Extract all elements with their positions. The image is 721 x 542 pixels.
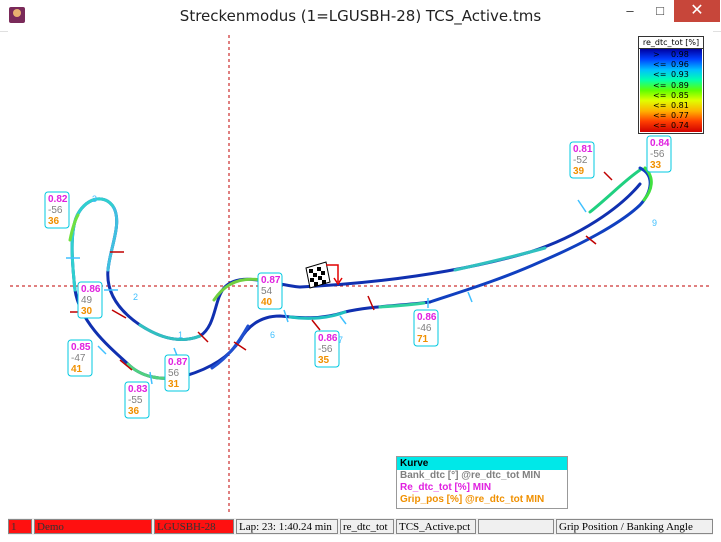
corner-re-value: 0.86	[81, 284, 101, 295]
legend-value: 0.96	[671, 60, 689, 70]
turn-number-9: 9	[652, 218, 657, 228]
legend-operator: <=	[653, 90, 667, 100]
legend-value: 0.85	[671, 90, 689, 100]
corner-grip-value: 40	[261, 297, 273, 308]
corner-grip-value: 31	[168, 379, 180, 390]
legend-value: 0.81	[671, 101, 689, 110]
legend-operator: <=	[653, 111, 667, 121]
corner-grip-value: 35	[318, 355, 330, 366]
corner-re-value: 0.85	[71, 342, 91, 353]
corner-grip-value: 39	[573, 166, 585, 177]
track-map-canvas[interactable]: 0.82-563630.86493020.85-47410.87563110.8…	[8, 31, 713, 518]
corner-bank-value: -56	[650, 149, 665, 160]
maximize-button[interactable]: □	[645, 0, 675, 22]
status-file[interactable]: TCS_Active.pct	[396, 519, 476, 534]
kurve-row-grip: Grip_pos [%] @re_dtc_tot MIN	[400, 494, 545, 505]
corner-grip-value: 71	[417, 334, 429, 345]
color-legend: re_dtc_tot [%] >0.98 <= 0.96 <= 0.93 <= 0.89 <=…	[638, 36, 704, 134]
turn-number: 3	[92, 194, 97, 204]
corner-bank-value: -47	[71, 353, 86, 364]
corner-re-value: 0.86	[318, 333, 338, 344]
title-bar: Streckenmodus (1=LGUSBH-28) TCS_Active.t…	[0, 0, 721, 32]
corner-bank-value: -56	[318, 344, 333, 355]
turn-number: 7	[338, 335, 343, 345]
status-spacer	[478, 519, 554, 534]
corner-grip-value: 36	[48, 216, 60, 227]
corner-box: 0.86-5635	[314, 330, 340, 368]
legend-value: 0.89	[671, 80, 689, 90]
status-car[interactable]: LGUSBH-28	[154, 519, 234, 534]
kurve-row-bank: Bank_dtc [°] @re_dtc_tot MIN	[400, 470, 541, 481]
corner-re-value: 0.82	[48, 194, 68, 205]
turn-number: 2	[133, 292, 138, 302]
corner-grip-value: 30	[81, 306, 93, 317]
legend-operator: <=	[653, 70, 667, 80]
corner-info-layer: 0.82-563630.86493020.85-47410.87563110.8…	[44, 135, 672, 419]
kurve-row-re: Re_dtc_tot [%] MIN	[400, 482, 492, 493]
close-button[interactable]: ✕	[674, 0, 720, 22]
status-mode[interactable]: Demo	[34, 519, 152, 534]
window-title: Streckenmodus (1=LGUSBH-28) TCS_Active.t…	[179, 7, 542, 25]
corner-re-value: 0.81	[573, 144, 593, 155]
corner-box: 0.875440	[257, 272, 283, 310]
corner-box: 0.85-4741	[67, 339, 93, 377]
status-lap[interactable]: Lap: 23: 1:40.24 min	[236, 519, 338, 534]
status-view[interactable]: Grip Position / Banking Angle	[556, 519, 713, 534]
corner-box: 0.864930	[77, 281, 103, 319]
corner-grip-value: 33	[650, 160, 662, 171]
legend-operator: <=	[653, 80, 667, 90]
corner-bank-value: 56	[168, 368, 180, 379]
corner-bank-value: 54	[261, 286, 273, 297]
corner-bank-value: 49	[81, 295, 93, 306]
legend-operator: <=	[653, 101, 667, 110]
legend-title: re_dtc_tot [%]	[639, 37, 703, 49]
corner-box: 0.82-5636	[44, 191, 70, 229]
legend-operator: <=	[653, 121, 667, 131]
minimize-button[interactable]: –	[615, 0, 645, 22]
turn-number-6: 6	[270, 330, 275, 340]
corner-bank-value: -52	[573, 155, 588, 166]
legend-operator: <=	[653, 60, 667, 70]
corner-box: 0.81-5239	[569, 141, 595, 179]
legend-operator: >	[653, 50, 660, 59]
corner-re-value: 0.87	[261, 275, 281, 286]
corner-box: 0.84-5633	[646, 135, 672, 173]
corner-bank-value: -55	[128, 395, 143, 406]
corner-grip-value: 36	[128, 406, 140, 417]
status-lap-index[interactable]: 1	[8, 519, 32, 534]
corner-bank-value: -46	[417, 323, 432, 334]
track-path	[68, 166, 653, 380]
corner-bank-value: -56	[48, 205, 63, 216]
legend-value: 0.98	[671, 50, 689, 59]
kurve-info-box: Kurve Bank_dtc [°] @re_dtc_tot MIN Re_dt…	[396, 456, 568, 509]
corner-box: 0.86-4671	[413, 309, 439, 347]
turn-number: 1	[178, 330, 183, 340]
legend-value: 0.93	[671, 70, 689, 80]
legend-value: 0.74	[671, 121, 689, 131]
corner-box: 0.875631	[164, 354, 190, 392]
corner-re-value: 0.87	[168, 357, 188, 368]
corner-re-value: 0.86	[417, 312, 437, 323]
status-channel[interactable]: re_dtc_tot	[340, 519, 394, 534]
kurve-header: Kurve	[397, 457, 567, 470]
legend-value: 0.77	[671, 111, 689, 121]
corner-grip-value: 41	[71, 364, 83, 375]
corner-re-value: 0.84	[650, 138, 670, 149]
corner-box: 0.83-5536	[124, 381, 150, 419]
status-bar: 1 Demo LGUSBH-28 Lap: 23: 1:40.24 min re…	[8, 518, 713, 535]
corner-re-value: 0.83	[128, 384, 148, 395]
